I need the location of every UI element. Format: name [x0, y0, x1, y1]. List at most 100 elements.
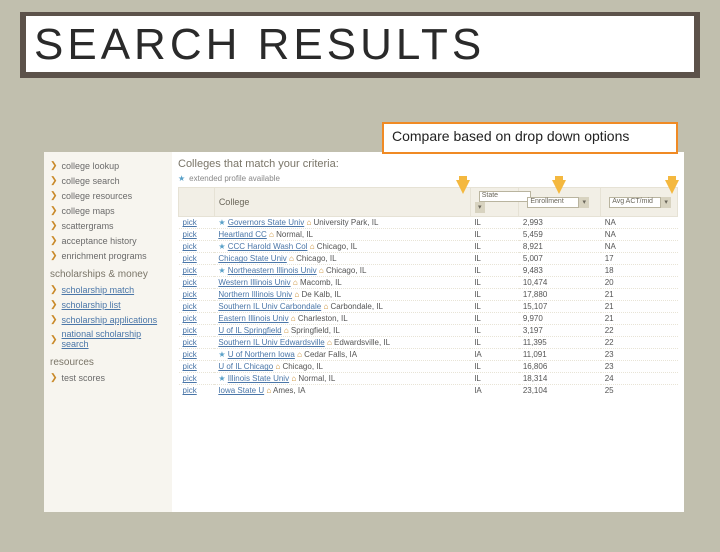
pick-cell[interactable]: pick	[179, 277, 215, 289]
act-cell: 24	[601, 373, 678, 385]
chevron-right-icon: ❯	[50, 314, 58, 325]
table-row: pickWestern Illinois Univ ⌂ Macomb, ILIL…	[179, 277, 678, 289]
state-cell: IL	[470, 277, 519, 289]
college-cell[interactable]: Eastern Illinois Univ ⌂ Charleston, IL	[214, 313, 470, 325]
pick-cell[interactable]: pick	[179, 229, 215, 241]
act-cell: 22	[601, 337, 678, 349]
chevron-right-icon: ❯	[50, 205, 58, 216]
college-cell[interactable]: ★ U of Northern Iowa ⌂ Cedar Falls, IA	[214, 349, 470, 361]
col-state[interactable]: State▾	[470, 188, 519, 217]
pick-cell[interactable]: pick	[179, 289, 215, 301]
college-cell[interactable]: U of IL Springfield ⌂ Springfield, IL	[214, 325, 470, 337]
sidebar-item[interactable]: ❯national scholarship search	[48, 327, 168, 351]
sidebar-item[interactable]: ❯college lookup	[48, 158, 168, 173]
college-cell[interactable]: Northern Illinois Univ ⌂ De Kalb, IL	[214, 289, 470, 301]
sidebar-item[interactable]: ❯ scholarship applications	[48, 312, 168, 327]
col-pick	[179, 188, 215, 217]
sidebar-item-label: enrichment programs	[62, 251, 147, 261]
loc: Normal, IL	[276, 230, 313, 239]
college-cell[interactable]: Iowa State U ⌂ Ames, IA	[214, 385, 470, 397]
college-cell[interactable]: Western Illinois Univ ⌂ Macomb, IL	[214, 277, 470, 289]
act-cell: NA	[601, 229, 678, 241]
city-icon: ⌂	[293, 278, 298, 287]
sidebar-item[interactable]: ❯ college search	[48, 173, 168, 188]
college-cell[interactable]: ★ CCC Harold Wash Col ⌂ Chicago, IL	[214, 241, 470, 253]
act-cell: 21	[601, 301, 678, 313]
chevron-right-icon: ❯	[50, 175, 58, 186]
city-icon: ⌂	[266, 386, 271, 395]
sidebar-item[interactable]: ❯college resources	[48, 188, 168, 203]
city-icon: ⌂	[275, 362, 280, 371]
chevron-right-icon: ❯	[50, 334, 58, 345]
sidebar-item-label: scholarship match	[62, 285, 135, 295]
arrow-down-icon	[665, 180, 679, 194]
sidebar-item-label: acceptance history	[62, 236, 137, 246]
pick-cell[interactable]: pick	[179, 325, 215, 337]
sidebar-item[interactable]: ❯college maps	[48, 203, 168, 218]
pick-cell[interactable]: pick	[179, 265, 215, 277]
sidebar-item[interactable]: ❯scholarship list	[48, 297, 168, 312]
college-cell[interactable]: U of IL Chicago ⌂ Chicago, IL	[214, 361, 470, 373]
college-cell[interactable]: Chicago State Univ ⌂ Chicago, IL	[214, 253, 470, 265]
chevron-right-icon: ❯	[50, 235, 58, 246]
enroll-cell: 18,314	[519, 373, 601, 385]
table-row: pickU of IL Springfield ⌂ Springfield, I…	[179, 325, 678, 337]
chevron-right-icon: ❯	[50, 284, 58, 295]
enroll-cell: 11,395	[519, 337, 601, 349]
enrollment-select[interactable]: Enrollment	[527, 197, 579, 208]
chevron-down-icon[interactable]: ▾	[579, 197, 589, 208]
act-cell: 21	[601, 313, 678, 325]
act-select[interactable]: Avg ACT/mid	[609, 197, 661, 208]
star-icon: ★	[218, 266, 225, 275]
col-college[interactable]: College	[214, 188, 470, 217]
pick-cell[interactable]: pick	[179, 241, 215, 253]
legend-text: extended profile available	[189, 174, 280, 183]
sidebar-item[interactable]: ❯scattergrams	[48, 218, 168, 233]
act-cell: 23	[601, 361, 678, 373]
sidebar-item-label: scholarship applications	[62, 315, 158, 325]
sidebar-item[interactable]: ❯ scholarship match	[48, 282, 168, 297]
pick-cell[interactable]: pick	[179, 361, 215, 373]
college-cell[interactable]: ★ Governors State Univ ⌂ University Park…	[214, 217, 470, 229]
star-icon: ★	[218, 374, 225, 383]
city-icon: ⌂	[284, 326, 289, 335]
state-cell: IL	[470, 301, 519, 313]
pick-cell[interactable]: pick	[179, 349, 215, 361]
chevron-right-icon: ❯	[50, 160, 58, 171]
sidebar-item-label: scattergrams	[62, 221, 114, 231]
chevron-down-icon[interactable]: ▾	[661, 197, 671, 208]
table-row: pickNorthern Illinois Univ ⌂ De Kalb, IL…	[179, 289, 678, 301]
pick-cell[interactable]: pick	[179, 253, 215, 265]
pick-cell[interactable]: pick	[179, 385, 215, 397]
star-icon: ★	[218, 242, 225, 251]
college-cell[interactable]: Heartland CC ⌂ Normal, IL	[214, 229, 470, 241]
loc: De Kalb, IL	[301, 290, 341, 299]
enroll-cell: 16,806	[519, 361, 601, 373]
pick-cell[interactable]: pick	[179, 337, 215, 349]
table-row: pickChicago State Univ ⌂ Chicago, ILIL5,…	[179, 253, 678, 265]
college-cell[interactable]: ★ Northeastern Illinois Univ ⌂ Chicago, …	[214, 265, 470, 277]
sidebar-item[interactable]: ❯ acceptance history	[48, 233, 168, 248]
sidebar-item-label: test scores	[62, 373, 106, 383]
state-cell: IL	[470, 373, 519, 385]
title-inner: SEARCH RESULTS	[26, 16, 694, 72]
pick-cell[interactable]: pick	[179, 313, 215, 325]
enroll-cell: 23,104	[519, 385, 601, 397]
loc: Chicago, IL	[296, 254, 336, 263]
sidebar-item-label: college search	[62, 176, 120, 186]
pick-cell[interactable]: pick	[179, 373, 215, 385]
pick-cell[interactable]: pick	[179, 217, 215, 229]
city-icon: ⌂	[269, 230, 274, 239]
college-cell[interactable]: ★ Illinois State Univ ⌂ Normal, IL	[214, 373, 470, 385]
state-cell: IL	[470, 361, 519, 373]
chevron-down-icon[interactable]: ▾	[475, 202, 485, 213]
loc: Chicago, IL	[326, 266, 366, 275]
pick-cell[interactable]: pick	[179, 301, 215, 313]
city-icon: ⌂	[294, 290, 299, 299]
sidebar-item[interactable]: ❯enrichment programs	[48, 248, 168, 263]
college-cell[interactable]: Southern IL Univ Carbondale ⌂ Carbondale…	[214, 301, 470, 313]
college-cell[interactable]: Southern IL Univ Edwardsville ⌂ Edwardsv…	[214, 337, 470, 349]
title-band: SEARCH RESULTS	[20, 12, 700, 78]
sidebar-item[interactable]: ❯test scores	[48, 370, 168, 385]
chevron-right-icon: ❯	[50, 190, 58, 201]
